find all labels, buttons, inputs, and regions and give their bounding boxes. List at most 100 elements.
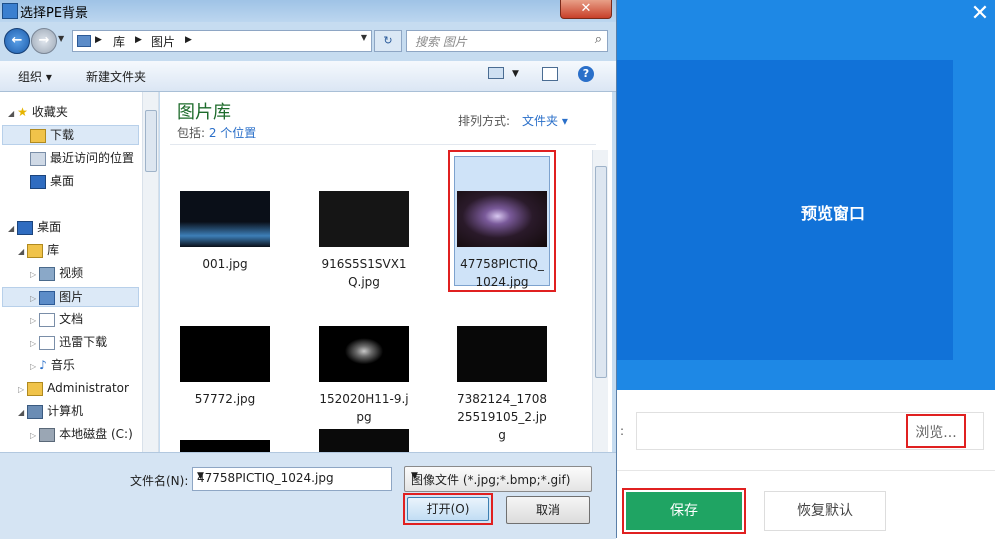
file-name: 916S5S1SVX1Q.jpg (321, 257, 407, 289)
filename-dropdown-icon[interactable]: ▼ (197, 471, 387, 481)
nav-label: Administrator (47, 381, 129, 395)
nav-label: 下载 (50, 128, 75, 142)
nav-libraries[interactable]: ◢ 库 (18, 240, 59, 260)
nav-desktop-favorite[interactable]: 桌面 (30, 171, 74, 191)
open-button[interactable]: 打开(O) (403, 493, 493, 525)
file-thumbnail (457, 191, 547, 247)
file-item[interactable]: 916S5S1SVX1Q.jpg (319, 191, 409, 291)
restore-default-button[interactable]: 恢复默认 (764, 491, 886, 531)
desktop-icon (30, 174, 46, 189)
file-item[interactable]: 152020H11-9.jpg (319, 326, 409, 426)
nav-downloads[interactable]: 下载 (30, 125, 74, 145)
sort-dropdown[interactable]: 文件夹 ▾ (522, 112, 568, 129)
history-dropdown-icon[interactable]: ▼ (58, 34, 64, 43)
nav-label: 文档 (59, 312, 84, 326)
cancel-button[interactable]: 取消 (506, 496, 590, 524)
file-name: 152020H11-9.jpg (319, 392, 409, 424)
nav-documents[interactable]: ▷ 文档 (30, 309, 83, 329)
command-toolbar: 组织 ▾ 新建文件夹 ▼ ? (0, 61, 616, 92)
nav-label: 桌面 (37, 220, 62, 234)
includes-locations-link[interactable]: 2 个位置 (209, 126, 256, 140)
scrollbar-thumb[interactable] (145, 110, 157, 172)
library-pictures-icon (77, 35, 91, 47)
file-open-dialog: 选择PE背景 ✕ ← → ▼ ▶ 库 ▶ 图片 ▶ ▼ ↻ 搜索 图片 ⌕ 组织… (0, 0, 617, 539)
filename-label: 文件名(N): (130, 474, 189, 488)
file-item[interactable]: 7382124_170825519105_2.jpg (457, 326, 547, 444)
address-dropdown-icon[interactable]: ▼ (361, 33, 367, 42)
file-item[interactable]: 47758PICTIQ_1024.jpg (457, 191, 547, 291)
file-thumbnail (319, 191, 409, 247)
file-name: 7382124_170825519105_2.jpg (457, 392, 547, 442)
preview-pane-icon[interactable] (542, 67, 558, 81)
search-icon[interactable]: ⌕ (595, 32, 602, 47)
file-thumbnail (319, 326, 409, 382)
file-thumbnail (180, 326, 270, 382)
nav-videos[interactable]: ▷ 视频 (30, 263, 83, 283)
back-arrow-icon[interactable]: ← (4, 28, 30, 54)
nav-label: 本地磁盘 (C:) (59, 427, 133, 441)
refresh-icon[interactable]: ↻ (374, 30, 402, 52)
filetype-dropdown-icon: ▼ (411, 471, 418, 481)
dialog-titlebar: 选择PE背景 ✕ (0, 0, 616, 22)
breadcrumb-library[interactable]: 库 (113, 33, 125, 50)
dialog-close-button[interactable]: ✕ (560, 0, 612, 19)
library-title: 图片库 (177, 102, 231, 123)
path-colon: : (620, 424, 625, 438)
pictures-icon (39, 290, 56, 305)
app-close-icon[interactable]: ✕ (968, 2, 992, 26)
nav-computer[interactable]: ◢ 计算机 (18, 401, 83, 421)
breadcrumb-separator-icon: ▶ (135, 35, 142, 45)
documents-icon (39, 312, 56, 327)
video-icon (39, 266, 56, 281)
file-item[interactable]: 001.jpg (180, 191, 270, 273)
header-divider (170, 144, 596, 145)
nav-label: 图片 (59, 290, 84, 304)
help-icon[interactable]: ? (578, 66, 594, 82)
library-icon (27, 243, 44, 258)
navigation-scrollbar[interactable] (142, 92, 158, 452)
nav-thunder-downloads[interactable]: ▷ 迅雷下载 (30, 332, 107, 352)
organize-menu[interactable]: 组织 ▾ (18, 68, 52, 85)
new-folder-button[interactable]: 新建文件夹 (86, 68, 146, 85)
file-thumbnail (457, 326, 547, 382)
breadcrumb-separator-icon: ▶ (185, 35, 192, 45)
nav-music[interactable]: ▷ ♪ 音乐 (30, 355, 75, 375)
breadcrumb-pictures[interactable]: 图片 (151, 33, 175, 50)
search-input[interactable]: 搜索 图片 ⌕ (406, 30, 608, 52)
view-dropdown-icon[interactable]: ▼ (512, 69, 519, 79)
nav-administrator[interactable]: ▷ Administrator (18, 378, 129, 398)
library-includes: 包括: 2 个位置 (177, 124, 256, 141)
address-bar[interactable]: ▶ 库 ▶ 图片 ▶ ▼ (72, 30, 372, 52)
partial-thumbnail (319, 429, 409, 452)
nav-local-disk-c[interactable]: ▷ 本地磁盘 (C:) (30, 424, 133, 444)
nav-favorites[interactable]: ◢ ★ 收藏夹 (8, 102, 68, 122)
dialog-app-icon (2, 3, 18, 19)
scrollbar-thumb[interactable] (595, 166, 607, 378)
dialog-title: 选择PE背景 (20, 6, 89, 21)
recent-places-icon (30, 151, 46, 166)
breadcrumb-separator-icon: ▶ (95, 35, 102, 45)
nav-pictures[interactable]: ▷ 图片 (30, 287, 83, 307)
view-options-icon[interactable] (488, 67, 504, 79)
nav-label: 计算机 (47, 404, 84, 418)
filename-input[interactable]: 47758PICTIQ_1024.jpg ▼ (192, 467, 392, 491)
thunder-download-icon (39, 335, 56, 350)
file-thumbnail (180, 191, 270, 247)
partial-thumbnail (180, 440, 270, 452)
save-button[interactable]: 保存 (622, 488, 746, 534)
file-list-scrollbar[interactable] (592, 150, 608, 452)
nav-desktop[interactable]: ◢ 桌面 (8, 217, 61, 237)
nav-label: 视频 (59, 266, 84, 280)
includes-prefix: 包括: (177, 126, 209, 140)
browse-button[interactable]: 浏览... (906, 414, 966, 448)
music-icon: ♪ (39, 358, 47, 372)
file-list-pane: 图片库 包括: 2 个位置 排列方式: 文件夹 ▾ 001.jpg 916S5S… (160, 92, 612, 452)
user-folder-icon (27, 381, 44, 396)
nav-label: 库 (47, 243, 60, 257)
nav-label: 迅雷下载 (59, 335, 108, 349)
forward-arrow-icon[interactable]: → (31, 28, 57, 54)
filetype-select[interactable]: 图像文件 (*.jpg;*.bmp;*.gif) ▼ (404, 466, 592, 492)
nav-recent-places[interactable]: 最近访问的位置 (30, 148, 134, 168)
file-item[interactable]: 57772.jpg (180, 326, 270, 408)
file-name: 57772.jpg (194, 392, 256, 406)
